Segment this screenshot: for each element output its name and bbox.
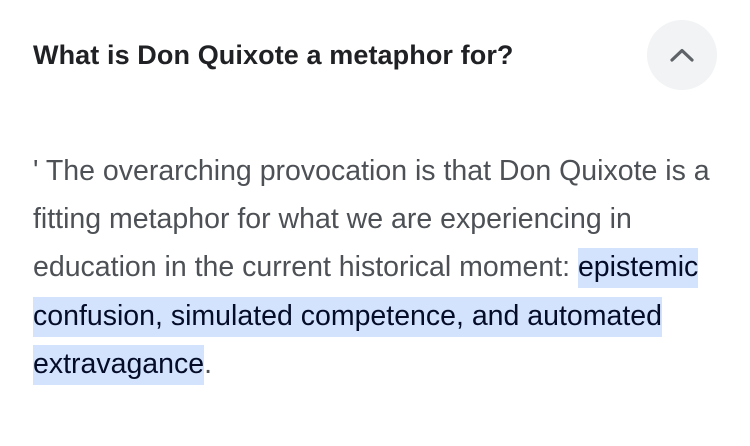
question-title[interactable]: What is Don Quixote a metaphor for?	[33, 35, 514, 75]
answer-snippet: ' The overarching provocation is that Do…	[33, 147, 733, 388]
collapse-button[interactable]	[647, 20, 717, 90]
faq-question-header[interactable]: What is Don Quixote a metaphor for?	[0, 0, 750, 112]
chevron-up-icon	[669, 47, 695, 63]
answer-end-punctuation: .	[204, 347, 213, 380]
